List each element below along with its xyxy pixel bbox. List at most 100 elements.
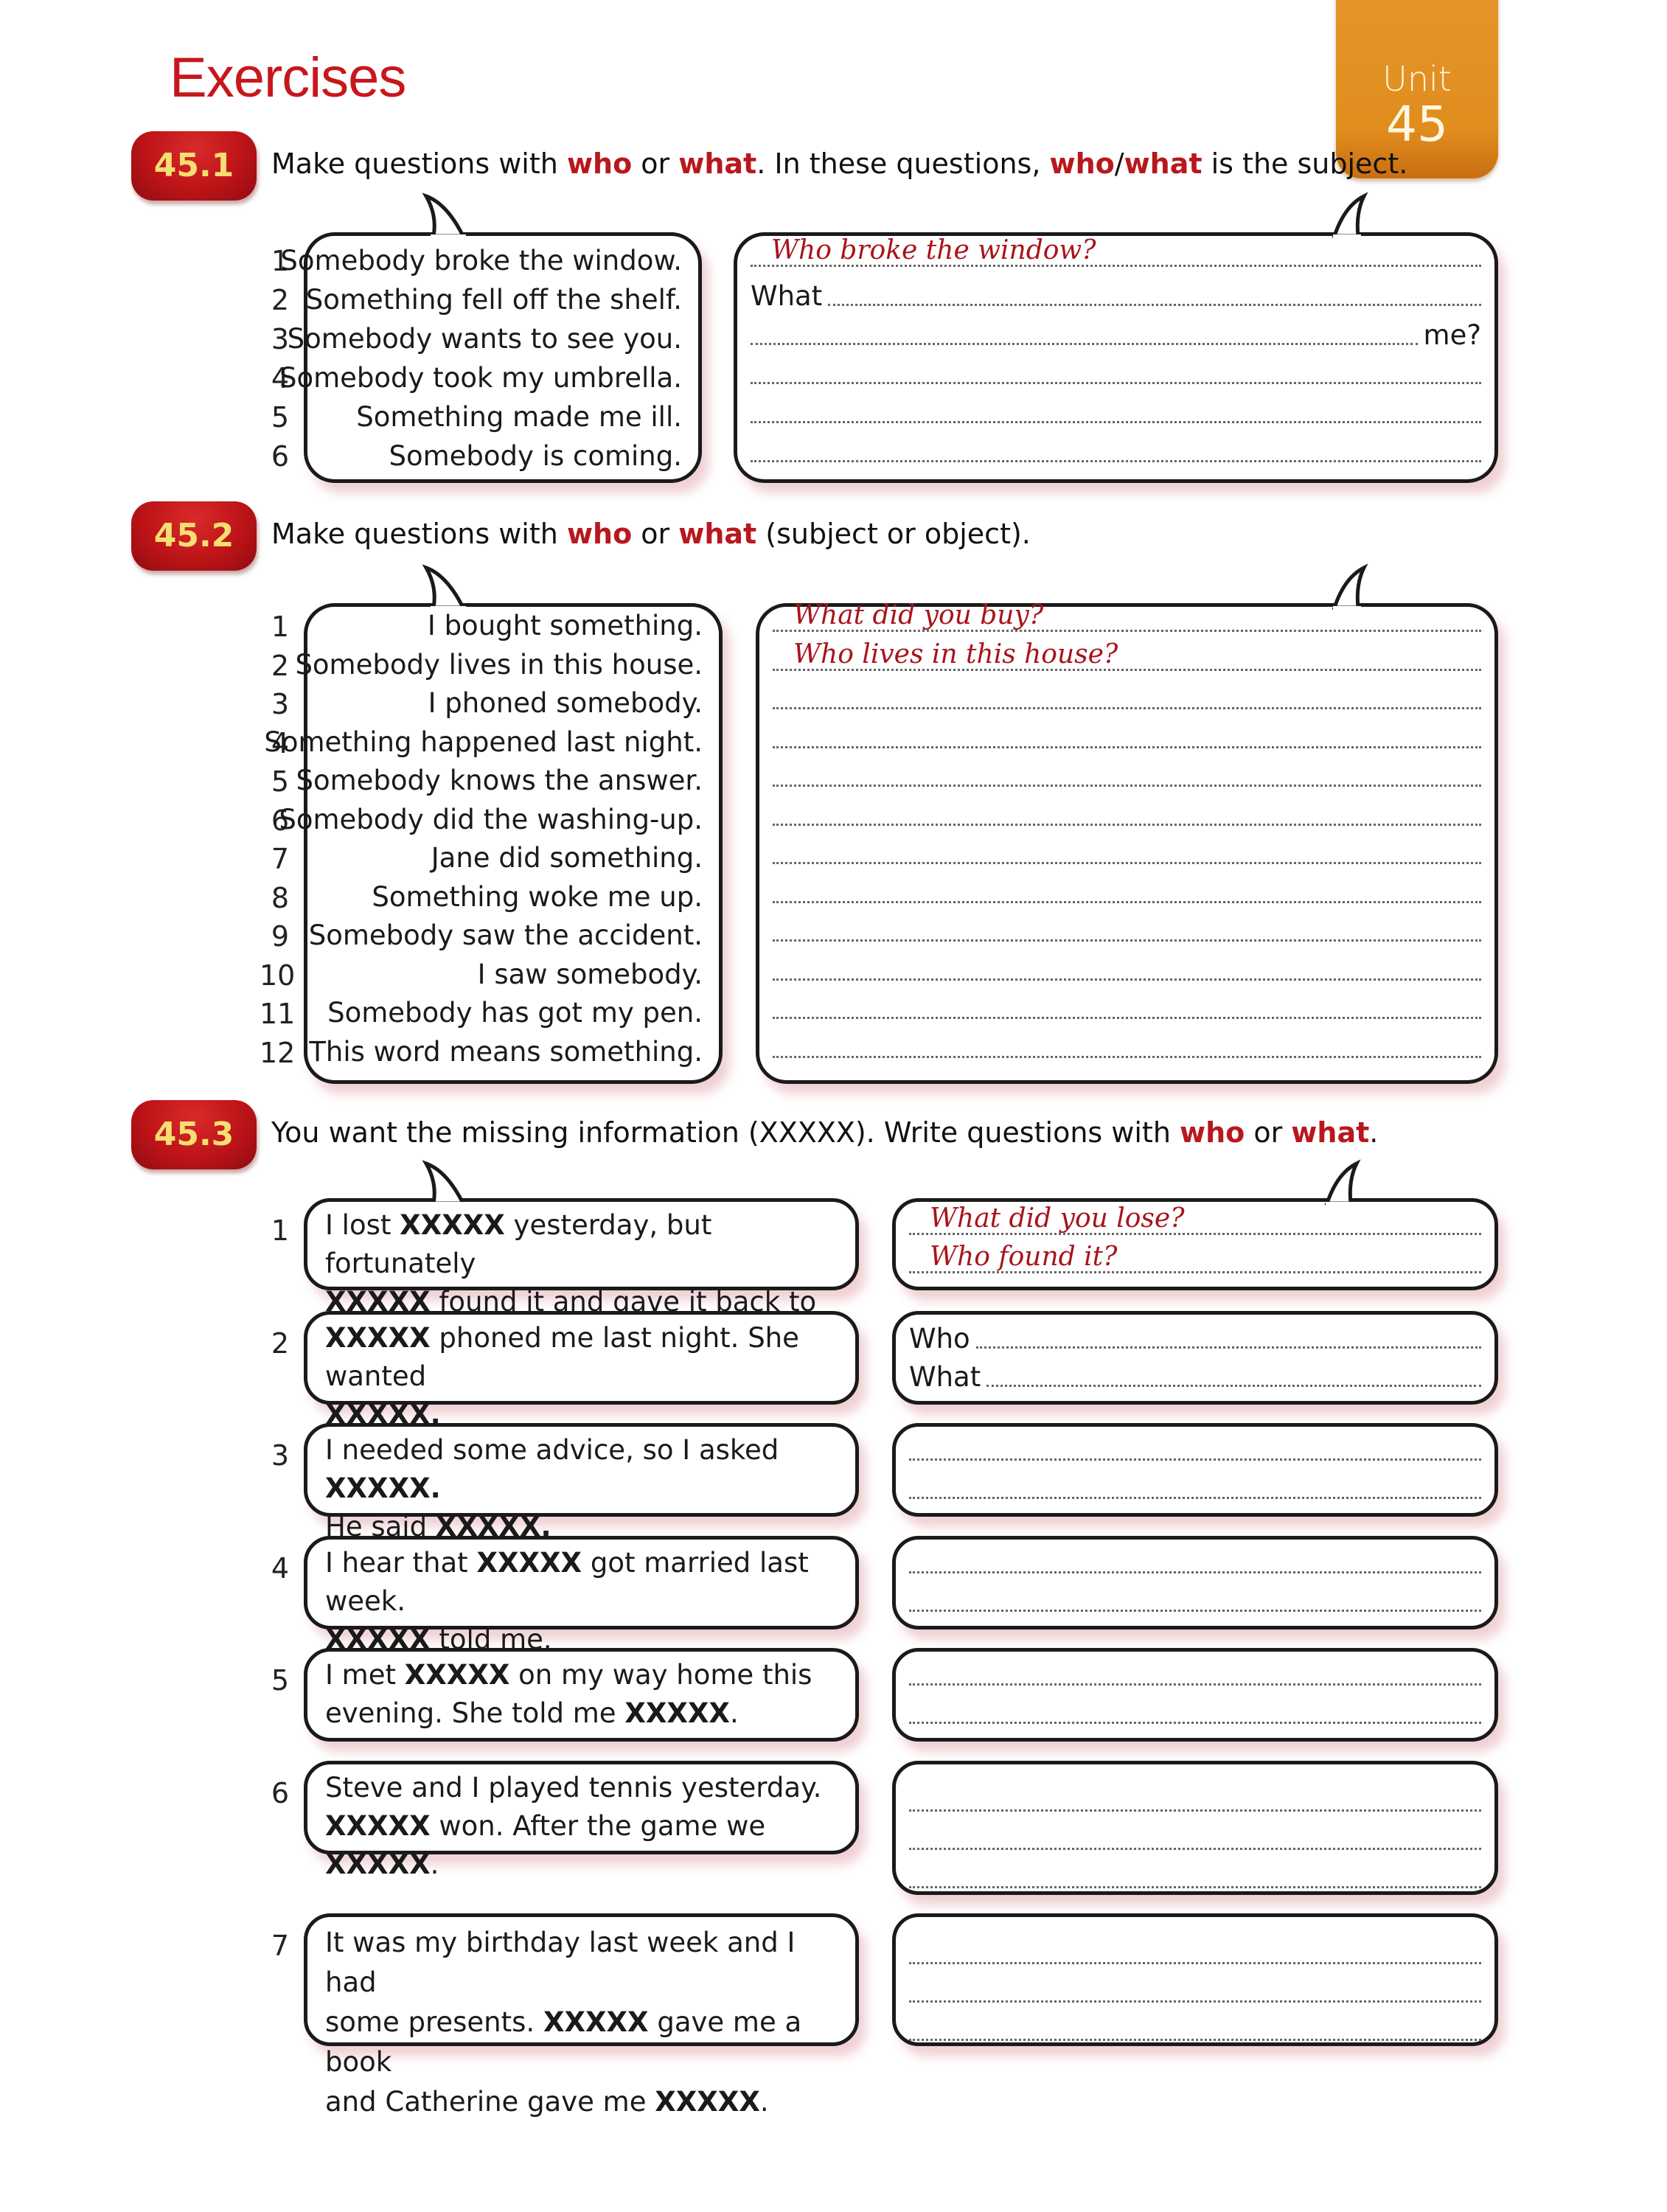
bubble-tail-icon <box>422 564 467 612</box>
answer-line[interactable] <box>773 678 1481 715</box>
missing-info-placeholder: XXXXX <box>543 2006 649 2038</box>
prompt-line: I lost XXXXX yesterday, but fortunately <box>325 1206 842 1283</box>
answer-input-dotted-line[interactable] <box>751 460 1481 462</box>
missing-info-placeholder: XXXXX <box>325 1322 431 1354</box>
answer-input-dotted-line[interactable] <box>773 785 1481 787</box>
answer-prefix: What <box>751 280 823 312</box>
example-answer: Who lives in this house? <box>793 639 1118 669</box>
answer-line[interactable] <box>773 795 1481 832</box>
answer-line[interactable]: me? <box>751 314 1481 351</box>
answer-input-dotted-line[interactable] <box>773 900 1481 903</box>
prompt-bubble: I lost XXXXX yesterday, but fortunately X… <box>304 1198 859 1356</box>
answer-line[interactable]: Who found it? <box>909 1242 1481 1279</box>
exercise-badge-45-1: 45.1 <box>131 131 257 201</box>
prompt-sentence: Somebody knows the answer. <box>296 765 703 796</box>
item-number: 7 <box>271 843 289 875</box>
answer-input-dotted-line[interactable] <box>773 1017 1481 1019</box>
answer-input-dotted-line[interactable] <box>909 1571 1481 1573</box>
item-number: 1 <box>271 611 289 643</box>
answer-input-dotted-line[interactable] <box>909 2000 1481 2003</box>
answer-input-dotted-line[interactable] <box>828 304 1481 306</box>
answer-line[interactable] <box>751 431 1481 468</box>
answer-input-dotted-line[interactable] <box>909 1809 1481 1812</box>
answer-line[interactable] <box>909 2010 1481 2047</box>
answer-input-dotted-line[interactable] <box>909 1848 1481 1850</box>
answer-line[interactable]: What <box>909 1356 1481 1393</box>
exercise-instruction-45-2: Make questions with who or what (subject… <box>271 518 1031 550</box>
answer-input-dotted-line[interactable] <box>751 382 1481 384</box>
answer-line[interactable] <box>773 988 1481 1025</box>
prompt-line: I hear that XXXXX got married last week. <box>325 1544 842 1621</box>
keyword: who <box>1179 1116 1245 1149</box>
answer-line[interactable] <box>773 911 1481 947</box>
answer-input-dotted-line[interactable] <box>773 823 1481 826</box>
answer-input-dotted-line[interactable] <box>909 1721 1481 1724</box>
answer-line[interactable]: Who lives in this house? <box>773 639 1481 677</box>
prompt-fragment: I met <box>325 1659 405 1691</box>
keyword: who <box>566 518 633 550</box>
answer-line[interactable] <box>909 1581 1481 1618</box>
keyword: what <box>1124 147 1203 180</box>
prompt-line: XXXXX phoned me last night. She wanted <box>325 1319 842 1396</box>
answer-input-dotted-line[interactable] <box>909 1683 1481 1686</box>
prompt-bubble-45-2: I bought something. Somebody lives in thi… <box>264 603 723 1084</box>
prompt-sentence: Something happened last night. <box>264 726 703 758</box>
answer-input-dotted-line[interactable] <box>773 707 1481 709</box>
prompt-line: some presents. XXXXX gave me a book <box>325 2003 842 2082</box>
example-answer: What did you lose? <box>930 1203 1185 1234</box>
answer-line[interactable] <box>909 1655 1481 1691</box>
answer-input-dotted-line[interactable] <box>909 2039 1481 2041</box>
answer-input-dotted-line[interactable] <box>975 1346 1481 1349</box>
answer-line[interactable] <box>773 756 1481 793</box>
answer-input-dotted-line[interactable] <box>751 421 1481 423</box>
answer-line[interactable] <box>773 950 1481 987</box>
answer-line[interactable] <box>909 1819 1481 1856</box>
answer-line[interactable] <box>909 1430 1481 1467</box>
prompt-line: Steve and I played tennis yesterday. <box>325 1769 842 1807</box>
prompt-sentence: This word means something. <box>309 1035 703 1068</box>
answer-input-dotted-line[interactable] <box>909 1458 1481 1461</box>
prompt-fragment: and Catherine gave me <box>325 2086 655 2118</box>
answer-input-dotted-line[interactable] <box>986 1384 1481 1387</box>
prompt-sentence: Somebody broke the window. <box>280 245 682 276</box>
answer-input-dotted-line[interactable] <box>751 343 1418 345</box>
answer-line[interactable] <box>909 1543 1481 1579</box>
answer-input-dotted-line[interactable] <box>773 862 1481 864</box>
prompt-line: evening. She told me XXXXX. <box>325 1694 842 1733</box>
prompt-sentence: I bought something. <box>427 610 703 641</box>
prompt-bubble: I needed some advice, so I asked XXXXX. H… <box>304 1423 859 1543</box>
answer-line[interactable] <box>773 717 1481 754</box>
item-number: 2 <box>271 284 289 316</box>
answer-input-dotted-line[interactable] <box>909 1962 1481 1964</box>
answer-input-dotted-line[interactable] <box>909 1496 1481 1499</box>
example-answer: What did you buy? <box>793 600 1044 630</box>
answer-line[interactable]: What did you lose? <box>909 1203 1481 1241</box>
item-number: 3 <box>271 1439 289 1472</box>
answer-input-dotted-line[interactable] <box>909 1609 1481 1612</box>
answer-bubble-45-2: What did you buy? Who lives in this house… <box>756 600 1498 1084</box>
answer-line[interactable]: What <box>751 275 1481 312</box>
answer-line[interactable] <box>909 1972 1481 2008</box>
instruction-text: . <box>1369 1116 1379 1149</box>
answer-line[interactable] <box>751 353 1481 390</box>
item-number: 5 <box>271 1664 289 1697</box>
answer-input-dotted-line[interactable] <box>773 1055 1481 1058</box>
answer-line[interactable] <box>773 833 1481 870</box>
example-answer: Who broke the window? <box>771 235 1096 265</box>
answer-line[interactable] <box>909 1933 1481 1970</box>
answer-line[interactable] <box>909 1468 1481 1505</box>
answer-input-dotted-line[interactable] <box>909 1886 1481 1888</box>
answer-line[interactable] <box>751 392 1481 429</box>
prompt-sentence: Somebody saw the accident. <box>308 919 703 951</box>
answer-input-dotted-line[interactable] <box>773 939 1481 942</box>
answer-line[interactable] <box>909 1857 1481 1894</box>
answer-line[interactable] <box>773 1027 1481 1064</box>
item-number: 8 <box>271 881 289 914</box>
answer-input-dotted-line[interactable] <box>773 745 1481 748</box>
answer-line[interactable] <box>909 1693 1481 1730</box>
bubble-tail-icon <box>1332 563 1368 612</box>
answer-input-dotted-line[interactable] <box>773 978 1481 981</box>
answer-line[interactable] <box>773 872 1481 909</box>
answer-line[interactable] <box>909 1781 1481 1818</box>
answer-line[interactable]: Who <box>909 1318 1481 1354</box>
